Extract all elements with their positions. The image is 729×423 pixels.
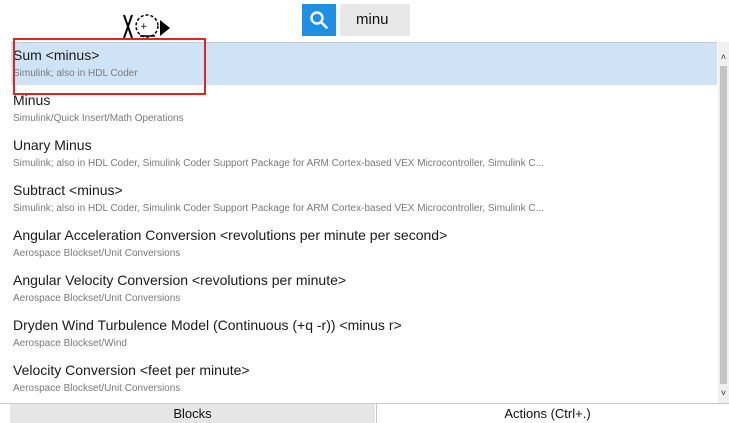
list-item[interactable]: Minus Simulink/Quick Insert/Math Operati… bbox=[11, 88, 717, 130]
result-title: Unary Minus bbox=[13, 137, 92, 153]
search-button[interactable] bbox=[302, 4, 336, 36]
list-item[interactable]: Sum <minus> Simulink; also in HDL Coder bbox=[11, 43, 717, 85]
list-item[interactable]: Angular Velocity Conversion <revolutions… bbox=[11, 268, 717, 310]
list-item[interactable]: Subtract <minus> Simulink; also in HDL C… bbox=[11, 178, 717, 220]
search-input[interactable]: minu bbox=[356, 11, 389, 29]
tab-bar: Blocks Actions (Ctrl+.) bbox=[0, 403, 729, 423]
result-library-path: Simulink; also in HDL Coder, Simulink Co… bbox=[13, 203, 544, 214]
result-library-path: Aerospace Blockset/Unit Conversions bbox=[13, 248, 181, 259]
results-list[interactable]: Sum <minus> Simulink; also in HDL Coder … bbox=[11, 42, 717, 403]
results-scrollbar[interactable]: ˄ ˅ bbox=[718, 42, 729, 403]
list-item[interactable]: Angular Acceleration Conversion <revolut… bbox=[11, 223, 717, 265]
list-item[interactable]: Velocity Conversion <feet per minute> Ae… bbox=[11, 358, 717, 400]
scrollbar-thumb[interactable] bbox=[720, 66, 727, 384]
result-title: Angular Acceleration Conversion <revolut… bbox=[13, 227, 448, 243]
result-title: Sum <minus> bbox=[13, 47, 100, 63]
search-icon bbox=[310, 11, 328, 29]
result-title: Minus bbox=[13, 92, 51, 108]
result-title: Velocity Conversion <feet per minute> bbox=[13, 362, 250, 378]
list-item[interactable]: Unary Minus Simulink; also in HDL Coder,… bbox=[11, 133, 717, 175]
result-title: Angular Velocity Conversion <revolutions… bbox=[13, 272, 347, 288]
result-library-path: Simulink; also in HDL Coder bbox=[13, 68, 138, 79]
svg-text:+: + bbox=[140, 22, 148, 32]
quick-insert-toolbar: + minu bbox=[0, 0, 729, 42]
scroll-down-icon[interactable]: ˅ bbox=[718, 388, 729, 398]
scroll-up-icon[interactable]: ˄ bbox=[718, 52, 729, 62]
result-library-path: Aerospace Blockset/Unit Conversions bbox=[13, 383, 181, 394]
tab-blocks[interactable]: Blocks bbox=[10, 404, 375, 423]
result-title: Dryden Wind Turbulence Model (Continuous… bbox=[13, 317, 402, 333]
tab-actions[interactable]: Actions (Ctrl+.) bbox=[376, 404, 718, 423]
result-library-path: Aerospace Blockset/Unit Conversions bbox=[13, 293, 181, 304]
result-library-path: Aerospace Blockset/Wind bbox=[13, 338, 127, 349]
list-item[interactable]: Dryden Wind Turbulence Model (Continuous… bbox=[11, 313, 717, 355]
sum-block-icon: + bbox=[123, 14, 170, 39]
result-library-path: Simulink; also in HDL Coder, Simulink Co… bbox=[13, 158, 544, 169]
result-library-path: Simulink/Quick Insert/Math Operations bbox=[13, 113, 184, 124]
result-title: Subtract <minus> bbox=[13, 182, 123, 198]
